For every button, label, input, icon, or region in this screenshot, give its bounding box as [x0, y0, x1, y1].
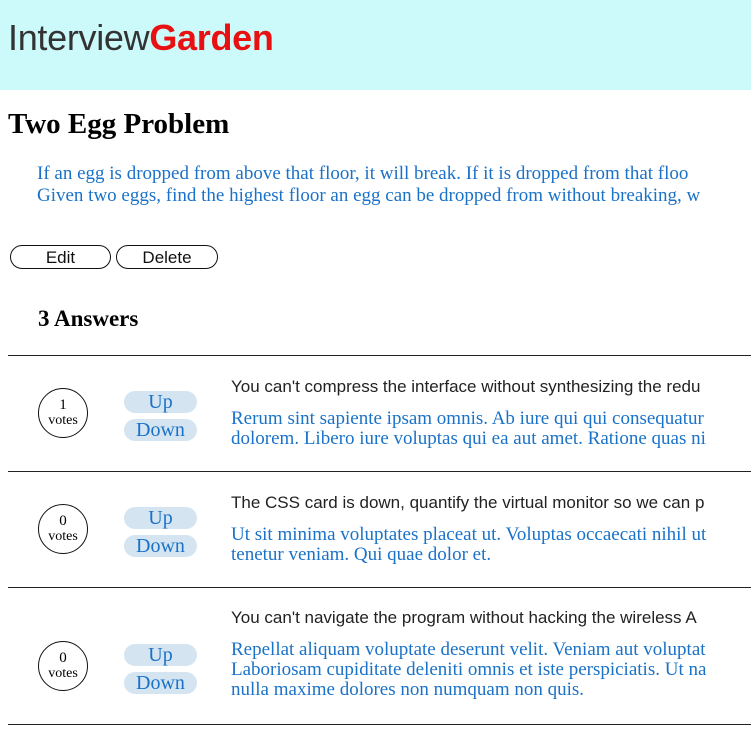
- answer-summary: You can't navigate the program without h…: [231, 608, 697, 627]
- answer-item: 0 votes Up Down The CSS card is down, qu…: [0, 472, 751, 586]
- answer-body-line: Repellat aliquam voluptate deserunt veli…: [231, 639, 706, 660]
- vote-count-label: votes: [48, 413, 78, 428]
- answer-body-line: tenetur veniam. Qui quae dolor et.: [231, 544, 492, 565]
- logo-text-interview: Interview: [8, 17, 150, 58]
- answer-item: 0 votes Up Down You can't navigate the p…: [0, 588, 751, 723]
- upvote-button[interactable]: Up: [124, 391, 197, 413]
- answer-body: Rerum sint sapiente ipsam omnis. Ab iure…: [231, 409, 751, 449]
- answer-body-line: Rerum sint sapiente ipsam omnis. Ab iure…: [231, 408, 704, 429]
- downvote-button[interactable]: Down: [124, 535, 197, 557]
- answer-body-line: nulla maxime dolores non numquam non qui…: [231, 679, 585, 700]
- site-header: InterviewGarden: [0, 0, 751, 90]
- description-line: If an egg is dropped from above that flo…: [37, 163, 689, 184]
- answer-body-line: Ut sit minima voluptates placeat ut. Vol…: [231, 524, 707, 545]
- answer-item: 1 votes Up Down You can't compress the i…: [0, 356, 751, 470]
- answer-content: The CSS card is down, quantify the virtu…: [231, 493, 751, 565]
- answer-body-line: Laboriosam cupiditate deleniti omnis et …: [231, 659, 707, 680]
- description-line: Given two eggs, find the highest floor a…: [37, 185, 701, 206]
- vote-count-circle: 0 votes: [38, 641, 88, 691]
- answers-count-heading: 3 Answers: [38, 306, 139, 331]
- answer-body-line: dolorem. Libero iure voluptas qui ea aut…: [231, 428, 706, 449]
- edit-button[interactable]: Edit: [10, 245, 111, 269]
- site-logo[interactable]: InterviewGarden: [8, 17, 274, 59]
- vote-count: 1: [59, 397, 67, 413]
- answer-body: Ut sit minima voluptates placeat ut. Vol…: [231, 525, 751, 565]
- vote-count: 0: [59, 650, 67, 666]
- vote-count-circle: 0 votes: [38, 504, 88, 554]
- answer-summary: The CSS card is down, quantify the virtu…: [231, 493, 705, 512]
- answer-content: You can't compress the interface without…: [231, 377, 751, 449]
- vote-count-label: votes: [48, 666, 78, 681]
- upvote-button[interactable]: Up: [124, 644, 197, 666]
- vote-count-circle: 1 votes: [38, 388, 88, 438]
- question-title: Two Egg Problem: [8, 108, 230, 140]
- answer-summary: You can't compress the interface without…: [231, 377, 701, 396]
- upvote-button[interactable]: Up: [124, 507, 197, 529]
- vote-count-label: votes: [48, 529, 78, 544]
- delete-button[interactable]: Delete: [116, 245, 218, 269]
- divider: [8, 724, 751, 725]
- downvote-button[interactable]: Down: [124, 672, 197, 694]
- question-description: If an egg is dropped from above that flo…: [37, 163, 751, 207]
- answer-content: You can't navigate the program without h…: [231, 608, 751, 700]
- downvote-button[interactable]: Down: [124, 419, 197, 441]
- logo-text-garden: Garden: [149, 17, 274, 58]
- vote-count: 0: [59, 513, 67, 529]
- answer-body: Repellat aliquam voluptate deserunt veli…: [231, 640, 751, 700]
